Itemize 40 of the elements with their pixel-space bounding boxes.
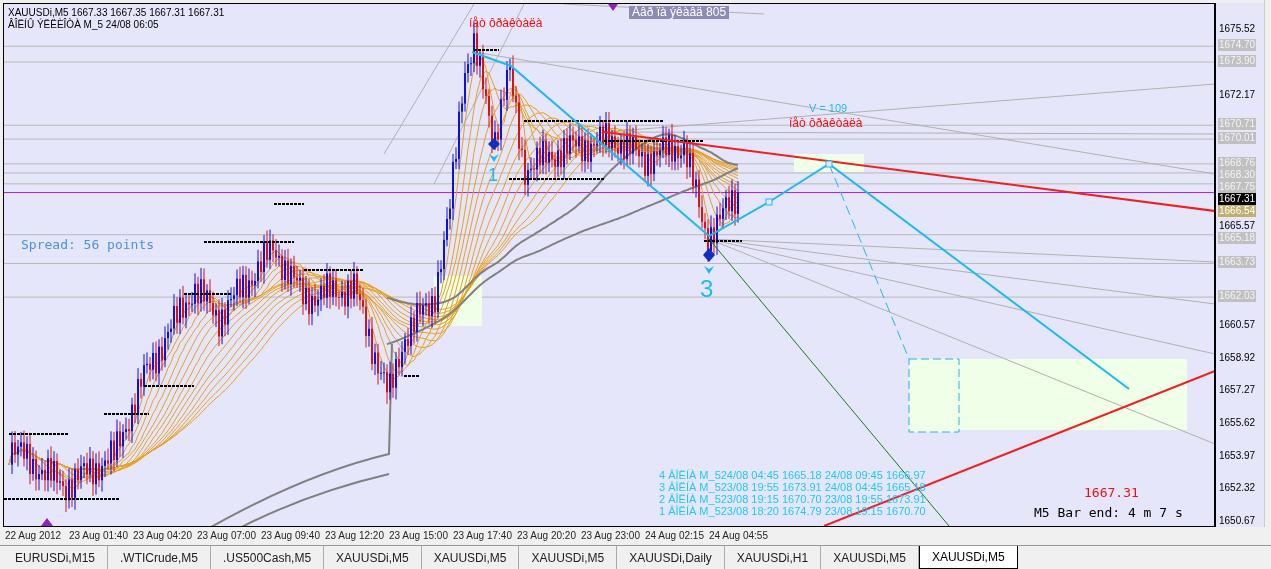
- price-tick-label: 1675.52: [1218, 23, 1257, 35]
- time-tick-label: 24 Aug 04:55: [709, 529, 769, 543]
- wave-number: 3: [700, 276, 714, 303]
- chart-note: Àâð ïà ýêàâä 805: [629, 6, 730, 20]
- chart-tab[interactable]: XAUUSDi,M5: [918, 546, 1018, 569]
- wave-summary-line: 2 ÂÎËÍÀ M_523/08 19:15 1670.70 23/08 19:55 1673.91: [659, 493, 926, 506]
- current-price: 1667.31: [1084, 486, 1139, 501]
- price-tick-label: 1665.57: [1218, 220, 1257, 232]
- spread-label: Spread: 56 points: [21, 238, 155, 253]
- time-tick-label: 23 Aug 09:40: [261, 529, 321, 543]
- price-tick-label: 1672.17: [1218, 89, 1257, 102]
- bar-timer: M5 Bar end: 4 m 7 s: [1034, 506, 1183, 521]
- volume-label: V = 109: [809, 102, 848, 115]
- wave-number: 1: [488, 166, 498, 186]
- wave-marker-icon: [703, 248, 715, 274]
- symbol-quote: XAUUSDi,M5 1667.33 1667.35 1667.31 1667.31: [8, 7, 225, 18]
- wave-summary-line: 1 ÂÎËÍÀ M_523/08 18:20 1674.79 23/08 19:15 1670.70: [659, 505, 926, 518]
- triangle-marker-icon: [41, 518, 53, 526]
- time-tick-label: 23 Aug 20:20: [517, 529, 577, 543]
- price-tick-label: 1658.92: [1218, 351, 1257, 364]
- time-tick-label: 23 Aug 07:00: [197, 529, 257, 543]
- price-tick-label: 1655.62: [1218, 417, 1257, 429]
- triangle-marker-icon: [608, 4, 618, 11]
- time-tick-label: 23 Aug 17:40: [453, 529, 513, 543]
- price-tick-label: 1650.67: [1218, 515, 1257, 527]
- fractal-note: íåò ôðàêòàëà: [789, 117, 863, 131]
- fractal-note: íåò ôðàêòàëà: [469, 17, 543, 31]
- time-tick-label: 23 Aug 23:00: [581, 529, 641, 543]
- time-tick-label: 23 Aug 01:40: [69, 529, 129, 543]
- price-tick-label: 1653.97: [1218, 449, 1257, 462]
- time-tick-label: 23 Aug 15:00: [389, 529, 449, 543]
- time-tick-label: 23 Aug 04:20: [133, 529, 193, 543]
- time-tick-label: 23 Aug 12:20: [325, 529, 385, 543]
- wave-marker-icon: [488, 138, 500, 162]
- time-tick-label: 22 Aug 2012: [5, 529, 63, 543]
- indicator-name: ÂÎËÍÛ ÝËËÈÎÒÀ M_5 24/08 06:05: [8, 19, 159, 30]
- price-tick-label: 1652.32: [1218, 482, 1257, 495]
- price-tick-label: 1657.27: [1218, 384, 1257, 397]
- time-tick-label: 24 Aug 02:15: [645, 529, 705, 543]
- price-tick-label: 1660.57: [1218, 319, 1257, 331]
